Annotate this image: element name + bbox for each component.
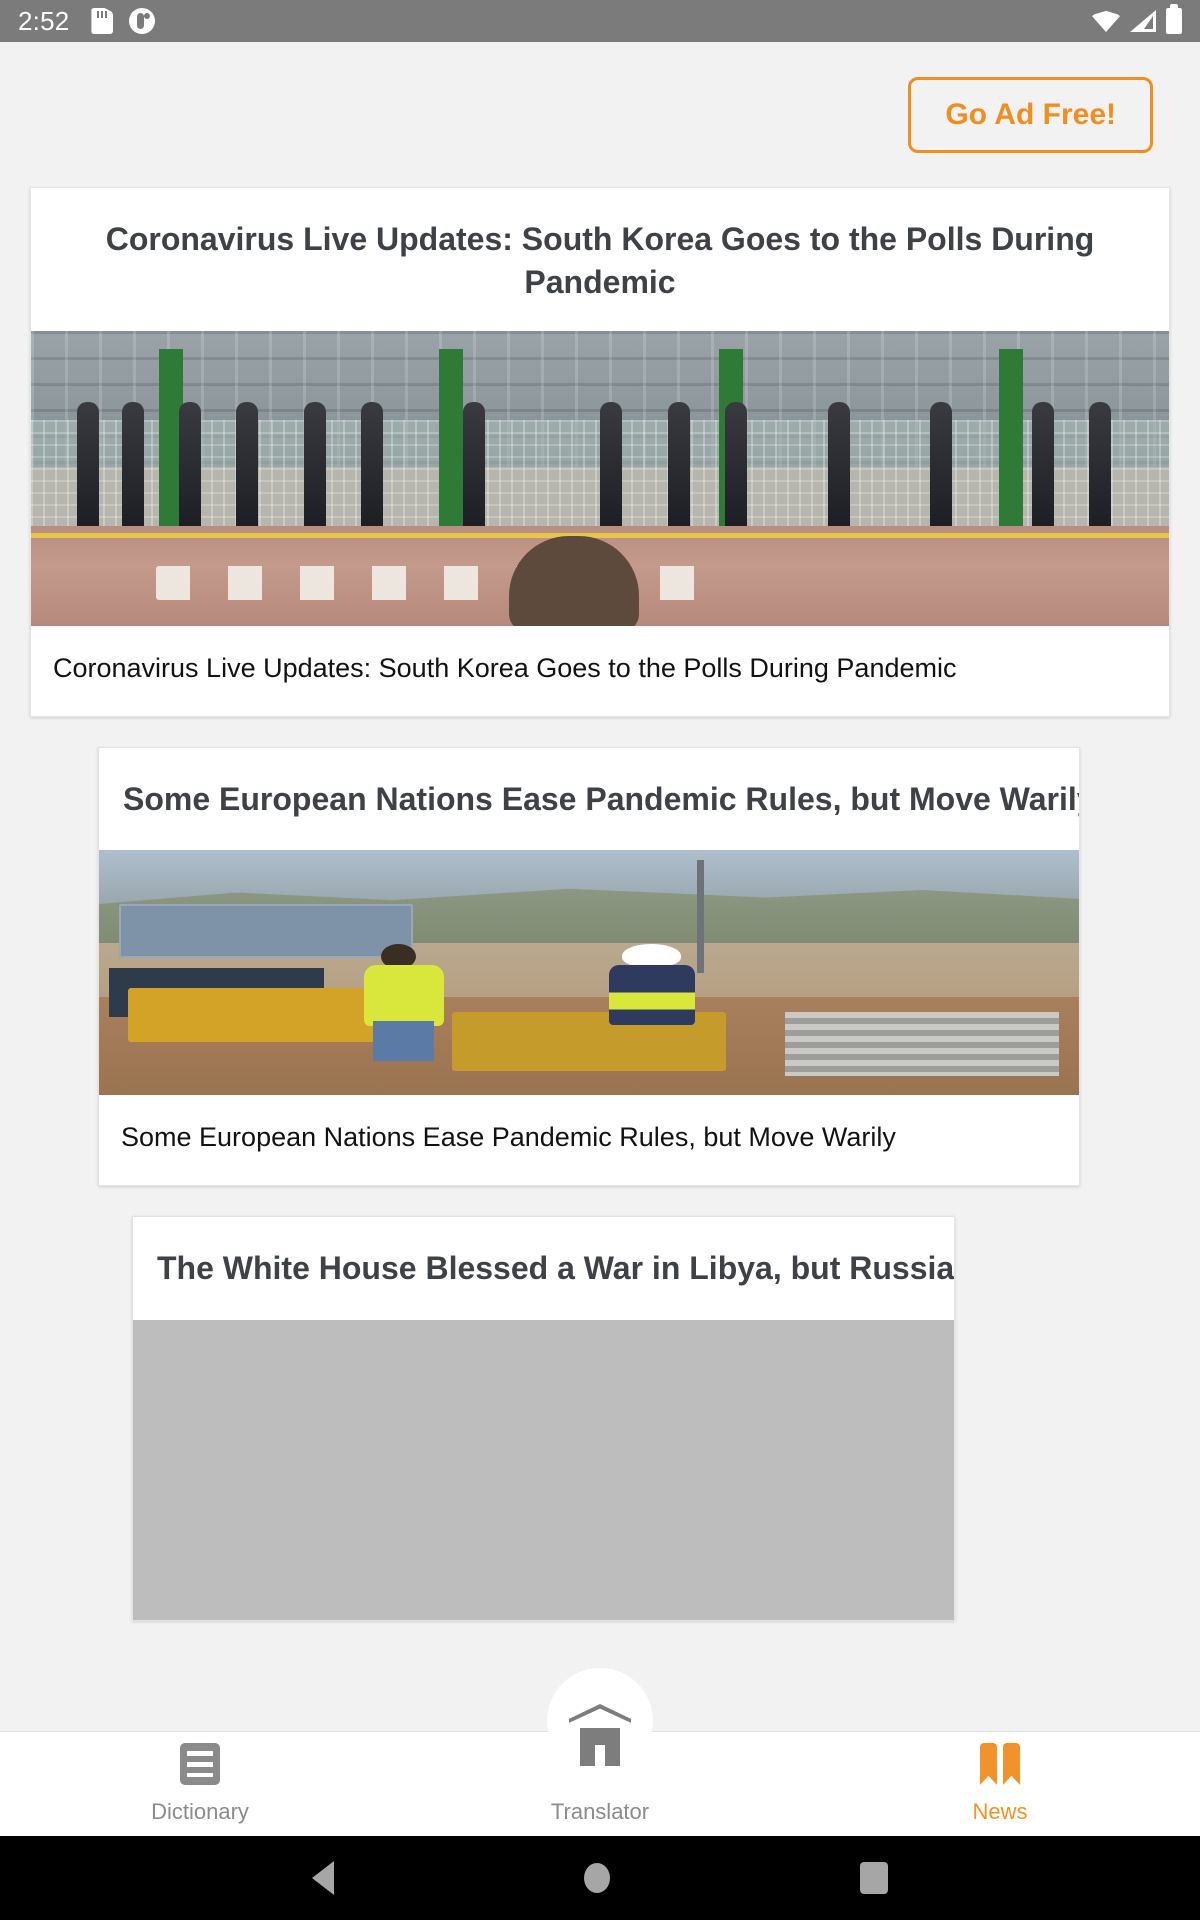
nav-label-news: News <box>972 1799 1028 1824</box>
nav-item-dictionary[interactable]: Dictionary <box>0 1743 400 1825</box>
nav-item-news[interactable]: News <box>800 1743 1200 1825</box>
news-card-title: Coronavirus Live Updates: South Korea Go… <box>105 221 1095 300</box>
news-card-title: Some European Nations Ease Pandemic Rule… <box>123 780 1080 817</box>
book-icon <box>980 1743 1020 1785</box>
news-card-image <box>31 331 1169 627</box>
android-system-navigation <box>0 1836 1200 1920</box>
recents-button[interactable] <box>860 1862 888 1894</box>
news-card[interactable]: Coronavirus Live Updates: South Korea Go… <box>30 187 1170 717</box>
status-bar-clock: 2:52 <box>18 5 70 36</box>
back-button[interactable] <box>312 1861 334 1895</box>
nav-home-fab[interactable] <box>547 1668 653 1774</box>
cell-signal-icon <box>1130 10 1156 32</box>
nav-label-dictionary: Dictionary <box>151 1799 249 1824</box>
wifi-icon <box>1092 10 1120 32</box>
home-button[interactable] <box>584 1863 610 1893</box>
news-card[interactable]: The White House Blessed a War in Libya, … <box>132 1216 955 1621</box>
news-card-image <box>133 1319 954 1620</box>
battery-icon <box>1166 4 1182 34</box>
list-icon <box>180 1743 220 1785</box>
status-bar-system-icons <box>1092 4 1182 34</box>
app-badge-icon <box>129 8 156 34</box>
news-card-caption: Coronavirus Live Updates: South Korea Go… <box>53 653 957 684</box>
news-card[interactable]: Some European Nations Ease Pandemic Rule… <box>98 746 1080 1187</box>
android-status-bar: 2:52 <box>0 0 1200 42</box>
status-bar-notification-icons <box>91 8 156 34</box>
news-card-image <box>99 850 1079 1096</box>
news-feed-list: Coronavirus Live Updates: South Korea Go… <box>0 187 1200 1621</box>
header-bar: Go Ad Free! <box>0 42 1200 187</box>
home-icon <box>569 1704 631 1766</box>
nav-label-translator: Translator <box>550 1799 650 1824</box>
news-screen: Go Ad Free! Coronavirus Live Updates: So… <box>0 42 1200 1836</box>
go-ad-free-button[interactable]: Go Ad Free! <box>908 76 1153 153</box>
sd-card-icon <box>91 8 113 34</box>
news-card-caption: Some European Nations Ease Pandemic Rule… <box>121 1122 896 1153</box>
news-card-title: The White House Blessed a War in Libya, … <box>157 1250 955 1287</box>
